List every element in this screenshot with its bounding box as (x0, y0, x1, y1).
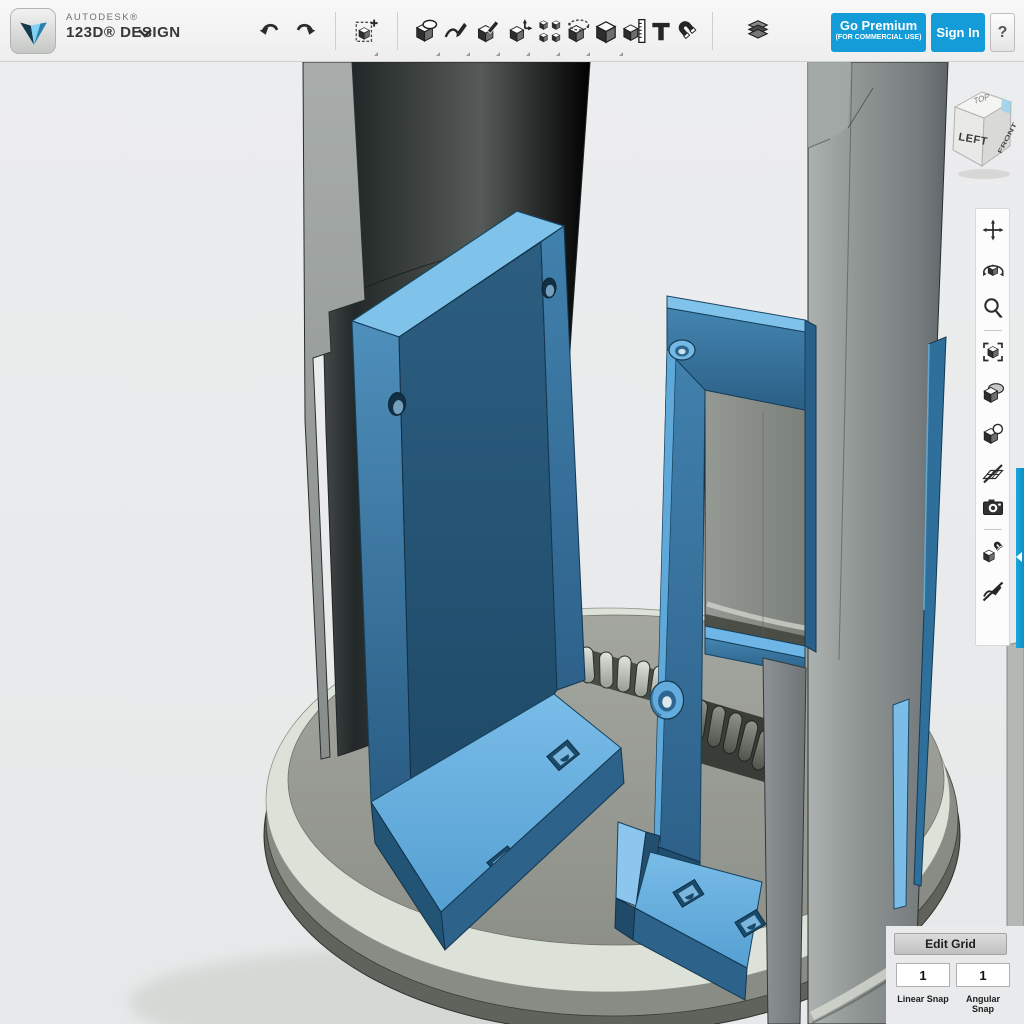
material-icon (745, 18, 771, 44)
toolbar-separator (984, 529, 1002, 530)
grid-snap-panel: Edit Grid Linear Snap Angular Snap (886, 926, 1024, 1024)
combine-icon (593, 18, 619, 44)
view-cube[interactable]: TOP LEFT FRONT (944, 84, 1024, 184)
collapse-arrow-icon (1016, 552, 1022, 562)
fit-view-button[interactable] (980, 339, 1006, 365)
grouping-icon (565, 18, 591, 44)
fit-view-icon (981, 340, 1005, 364)
side-panel-handle[interactable] (1016, 468, 1024, 648)
construct-icon (475, 18, 501, 44)
grid-toggle-icon (981, 462, 1005, 486)
brand-line1: AUTODESK® (66, 12, 139, 23)
orbit-icon (981, 258, 1005, 282)
dropdown-caret (619, 52, 623, 56)
screenshot-button[interactable] (980, 494, 1006, 520)
boss-top (668, 339, 696, 361)
redo-button[interactable] (289, 14, 321, 48)
sketch-visibility-icon (981, 580, 1005, 604)
snap-button[interactable] (672, 14, 704, 48)
123d-logo-icon (20, 22, 47, 45)
dropdown-caret (496, 52, 500, 56)
pan-button[interactable] (980, 217, 1006, 243)
dropdown-caret (526, 52, 530, 56)
visibility-icon (981, 422, 1005, 446)
shading-button[interactable] (980, 380, 1006, 406)
viewport-canvas[interactable] (0, 0, 1024, 1024)
angular-snap-label: Angular Snap (965, 994, 1000, 1014)
measure-icon (621, 18, 647, 44)
sketch-button[interactable] (440, 14, 472, 48)
text-icon (648, 18, 674, 44)
orbit-button[interactable] (980, 257, 1006, 283)
screenshot-icon (981, 495, 1005, 519)
dropdown-caret (466, 52, 470, 56)
dropdown-caret (436, 52, 440, 56)
zoom-button[interactable] (980, 295, 1006, 321)
sketch-visibility-button[interactable] (980, 579, 1006, 605)
toolbar-separator (712, 12, 713, 50)
snap-icon (675, 18, 701, 44)
transform-button[interactable] (504, 14, 536, 48)
sketch-icon (443, 18, 469, 44)
pan-icon (981, 218, 1005, 242)
transform-icon (507, 18, 533, 44)
gray-post[interactable] (762, 657, 807, 1024)
undo-button[interactable] (254, 14, 286, 48)
linear-snap-label: Linear Snap (897, 994, 949, 1004)
redo-icon (292, 18, 318, 44)
app-logo[interactable] (10, 8, 56, 54)
toolbar-separator (335, 12, 336, 50)
primitives-icon (413, 18, 439, 44)
primitives-button[interactable] (410, 14, 442, 48)
model-menu-dropdown[interactable] (136, 26, 154, 40)
undo-icon (257, 18, 283, 44)
dropdown-caret (374, 52, 378, 56)
pattern-icon (537, 18, 563, 44)
help-button[interactable]: ? (990, 13, 1015, 52)
dropdown-caret (586, 52, 590, 56)
grid-toggle-button[interactable] (980, 461, 1006, 487)
shading-icon (981, 381, 1005, 405)
construct-button[interactable] (472, 14, 504, 48)
angular-snap-input[interactable] (956, 963, 1010, 987)
go-premium-sublabel: (FOR COMMERCIAL USE) (835, 34, 922, 41)
edit-grid-button[interactable]: Edit Grid (894, 933, 1007, 955)
brand-line2: 123D® DESIGN (66, 23, 181, 41)
snap-toggle-button[interactable] (980, 539, 1006, 565)
material-button[interactable] (742, 14, 774, 48)
brand-text: AUTODESK® 123D® DESIGN (66, 12, 181, 41)
go-premium-button[interactable]: Go Premium (FOR COMMERCIAL USE) (831, 13, 926, 52)
sign-in-button[interactable]: Sign In (931, 13, 985, 52)
navigation-toolbar (975, 208, 1010, 646)
top-toolbar: AUTODESK® 123D® DESIGN Go Premium (FOR C… (0, 0, 1024, 62)
snap-toggle-icon (981, 540, 1005, 564)
toolbar-separator (984, 330, 1002, 331)
visibility-button[interactable] (980, 421, 1006, 447)
zoom-icon (981, 296, 1005, 320)
insert-button[interactable] (350, 14, 382, 48)
dropdown-caret (556, 52, 560, 56)
toolbar-separator (397, 12, 398, 50)
go-premium-label: Go Premium (839, 18, 918, 33)
insert-icon (353, 18, 379, 44)
boss-mid (649, 680, 685, 720)
linear-snap-input[interactable] (896, 963, 950, 987)
